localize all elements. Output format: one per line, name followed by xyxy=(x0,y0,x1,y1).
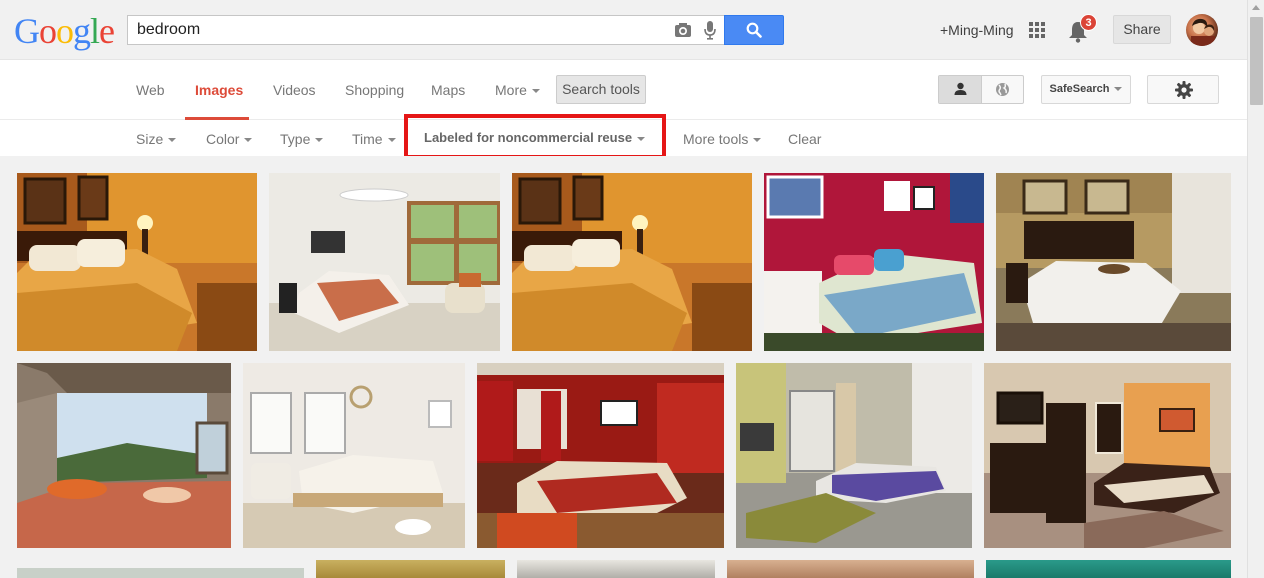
search-tools-button[interactable]: Search tools xyxy=(556,75,646,104)
tab-more-label: More xyxy=(495,82,527,98)
usage-rights-filter[interactable]: Labeled for noncommercial reuse xyxy=(404,114,666,159)
chevron-down-icon xyxy=(168,138,177,143)
image-result-thumbnail[interactable] xyxy=(764,173,984,351)
google-logo[interactable]: Google xyxy=(14,11,115,51)
tab-videos[interactable]: Videos xyxy=(273,82,316,98)
scrollbar-thumb[interactable] xyxy=(1250,17,1263,105)
results-scope-toggle xyxy=(938,75,1024,104)
image-result-thumbnail[interactable] xyxy=(984,363,1231,548)
image-result-thumbnail[interactable] xyxy=(316,560,505,578)
share-button[interactable]: Share xyxy=(1113,15,1171,44)
public-results-button[interactable] xyxy=(982,76,1023,103)
image-result-thumbnail[interactable] xyxy=(512,173,752,351)
chevron-down-icon xyxy=(387,138,396,143)
avatar[interactable] xyxy=(1186,14,1218,46)
image-result-thumbnail[interactable] xyxy=(996,173,1231,351)
person-icon xyxy=(954,82,967,95)
image-result-thumbnail[interactable] xyxy=(269,173,500,351)
scroll-up-arrow-icon[interactable] xyxy=(1252,5,1260,10)
search-icon xyxy=(746,22,762,38)
tab-images[interactable]: Images xyxy=(195,82,243,98)
search-box xyxy=(127,15,725,45)
clear-filters-link[interactable]: Clear xyxy=(788,131,821,147)
globe-icon xyxy=(996,83,1009,96)
color-filter-label: Color xyxy=(206,131,240,147)
safesearch-dropdown[interactable]: SafeSearch xyxy=(1041,75,1131,104)
chevron-down-icon xyxy=(753,138,762,143)
camera-icon[interactable] xyxy=(674,22,692,38)
chevron-down-icon xyxy=(315,138,324,143)
type-filter[interactable]: Type xyxy=(280,131,324,147)
chevron-down-icon xyxy=(1114,87,1123,92)
chevron-down-icon xyxy=(637,136,646,141)
gear-icon xyxy=(1175,81,1193,99)
mic-icon[interactable] xyxy=(703,20,717,40)
safesearch-label: SafeSearch xyxy=(1049,83,1110,95)
image-result-thumbnail[interactable] xyxy=(736,363,972,548)
top-bar: Google +Ming-Ming 3 xyxy=(0,0,1247,60)
image-result-thumbnail[interactable] xyxy=(17,173,257,351)
tab-more[interactable]: More xyxy=(495,82,540,98)
chevron-down-icon xyxy=(531,89,540,94)
size-filter-label: Size xyxy=(136,131,164,147)
tab-shopping[interactable]: Shopping xyxy=(345,82,404,98)
notification-count-badge: 3 xyxy=(1080,14,1097,31)
apps-grid-icon[interactable] xyxy=(1029,22,1045,38)
settings-button[interactable] xyxy=(1147,75,1219,104)
tab-web[interactable]: Web xyxy=(136,82,165,98)
type-filter-label: Type xyxy=(280,131,311,147)
tab-maps[interactable]: Maps xyxy=(431,82,465,98)
user-profile-link[interactable]: +Ming-Ming xyxy=(940,22,1014,38)
image-result-thumbnail[interactable] xyxy=(517,560,715,578)
search-button[interactable] xyxy=(724,15,784,45)
image-result-thumbnail[interactable] xyxy=(477,363,724,548)
usage-rights-label: Labeled for noncommercial reuse xyxy=(424,130,633,145)
more-tools-label: More tools xyxy=(683,131,749,147)
more-tools-filter[interactable]: More tools xyxy=(683,131,762,147)
image-result-thumbnail[interactable] xyxy=(17,363,231,548)
time-filter-label: Time xyxy=(352,131,383,147)
image-result-thumbnail[interactable] xyxy=(17,568,304,578)
image-result-thumbnail[interactable] xyxy=(727,560,974,578)
image-result-thumbnail[interactable] xyxy=(243,363,465,548)
chevron-down-icon xyxy=(244,138,253,143)
page-scrollbar[interactable] xyxy=(1247,0,1264,578)
color-filter[interactable]: Color xyxy=(206,131,253,147)
time-filter[interactable]: Time xyxy=(352,131,396,147)
private-results-button[interactable] xyxy=(939,76,982,103)
size-filter[interactable]: Size xyxy=(136,131,177,147)
search-input[interactable] xyxy=(128,16,658,44)
search-nav-bar: Web Images Videos Shopping Maps More Sea… xyxy=(0,60,1247,120)
image-result-thumbnail[interactable] xyxy=(986,560,1231,578)
